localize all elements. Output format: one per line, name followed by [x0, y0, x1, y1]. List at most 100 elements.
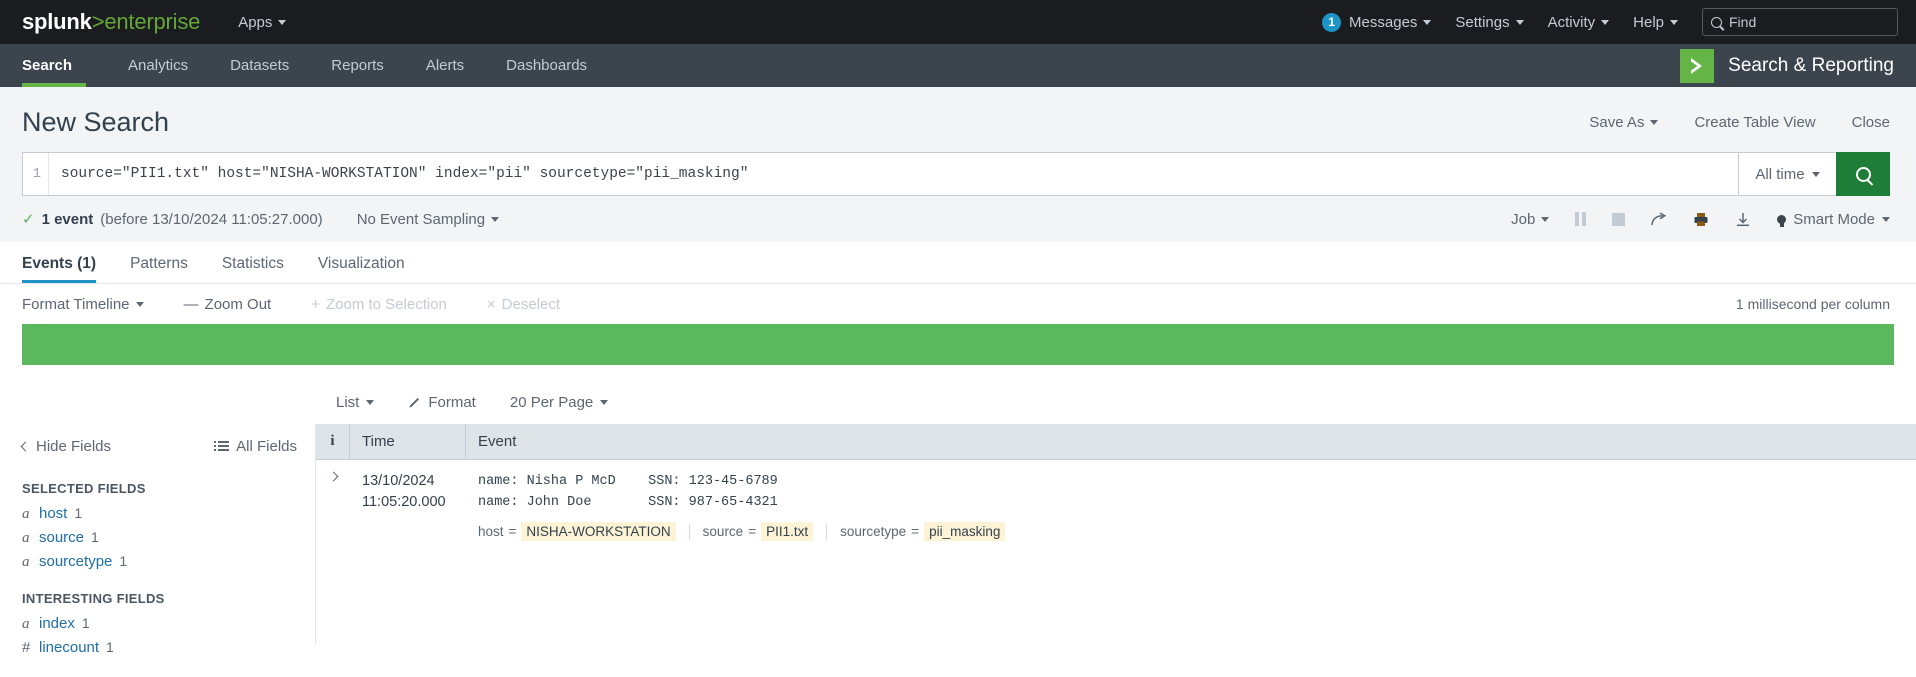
event-timestamp[interactable]: 13/10/2024 11:05:20.000	[350, 471, 466, 541]
field-count: 1	[82, 615, 90, 631]
tab-label: Statistics	[222, 255, 284, 272]
tab-statistics[interactable]: Statistics	[205, 255, 301, 283]
close-button[interactable]: Close	[1852, 114, 1890, 131]
tab-visualization[interactable]: Visualization	[301, 255, 422, 283]
nav-tab-label: Search	[22, 57, 72, 74]
search-bar: 1 source="PII1.txt" host="NISHA-WORKSTAT…	[0, 152, 1916, 196]
field-item-linecount[interactable]: # linecount 1	[22, 636, 297, 659]
fields-sidebar-header: Hide Fields All Fields	[22, 424, 297, 464]
metadata-value[interactable]: NISHA-WORKSTATION	[521, 522, 675, 541]
nav-tab-analytics[interactable]: Analytics	[114, 44, 202, 87]
messages-menu[interactable]: 1 Messages	[1322, 13, 1431, 32]
app-identity: Search & Reporting	[1680, 44, 1916, 87]
hide-fields-button[interactable]: Hide Fields	[22, 438, 111, 455]
deselect-button[interactable]: × Deselect	[487, 296, 560, 313]
search-reporting-app-icon	[1680, 49, 1714, 83]
field-name: linecount	[39, 639, 99, 656]
find-input-value: Find	[1729, 14, 1756, 30]
format-results-label: Format	[428, 394, 476, 411]
field-item-index[interactable]: a index 1	[22, 612, 297, 636]
nav-tab-dashboards[interactable]: Dashboards	[492, 44, 601, 87]
chevron-down-icon	[136, 302, 144, 307]
interesting-fields-title: INTERESTING FIELDS	[22, 591, 297, 606]
metadata-key: sourcetype	[840, 524, 906, 539]
search-mode-selector[interactable]: Smart Mode	[1777, 211, 1890, 228]
save-as-button[interactable]: Save As	[1589, 114, 1658, 131]
print-button[interactable]	[1693, 212, 1709, 227]
chevron-right-icon	[328, 472, 338, 482]
settings-menu[interactable]: Settings	[1455, 14, 1523, 31]
apps-menu[interactable]: Apps	[238, 14, 286, 31]
apps-menu-label: Apps	[238, 14, 272, 31]
activity-menu[interactable]: Activity	[1548, 14, 1610, 31]
nav-tab-label: Analytics	[128, 57, 188, 74]
pencil-icon	[408, 396, 421, 409]
check-icon: ✓	[22, 210, 35, 228]
chevron-left-icon	[21, 441, 31, 451]
all-fields-label: All Fields	[236, 438, 297, 455]
tab-events[interactable]: Events (1)	[22, 255, 113, 283]
close-label: Close	[1852, 114, 1890, 131]
format-timeline-dropdown[interactable]: Format Timeline	[22, 296, 144, 313]
create-table-view-label: Create Table View	[1694, 114, 1815, 131]
lightbulb-icon	[1777, 215, 1786, 224]
run-search-button[interactable]	[1836, 152, 1890, 196]
zoom-out-button[interactable]: — Zoom Out	[184, 296, 272, 313]
app-title: Search & Reporting	[1728, 55, 1894, 77]
chevron-down-icon	[600, 400, 608, 405]
metadata-equals: =	[509, 524, 517, 539]
fields-sidebar: Hide Fields All Fields SELECTED FIELDS a…	[0, 424, 316, 645]
expand-row-button[interactable]	[316, 471, 350, 541]
view-mode-dropdown[interactable]: List	[336, 394, 374, 411]
timeline-bar[interactable]	[22, 324, 1894, 365]
job-menu[interactable]: Job	[1511, 211, 1549, 228]
metadata-key: source	[703, 524, 744, 539]
format-timeline-label: Format Timeline	[22, 296, 130, 313]
nav-tab-datasets[interactable]: Datasets	[216, 44, 303, 87]
page-header: New Search Save As Create Table View Clo…	[0, 87, 1916, 152]
help-menu[interactable]: Help	[1633, 14, 1678, 31]
timeline-chart[interactable]	[0, 324, 1916, 380]
zoom-to-selection-label: Zoom to Selection	[326, 296, 447, 313]
pause-button[interactable]	[1575, 212, 1586, 226]
search-query-text: source="PII1.txt" host="NISHA-WORKSTATIO…	[49, 166, 748, 182]
tab-label: Events (1)	[22, 255, 96, 272]
zoom-to-selection-button[interactable]: + Zoom to Selection	[311, 296, 447, 313]
chevron-down-icon	[1516, 20, 1524, 25]
nav-tab-alerts[interactable]: Alerts	[412, 44, 478, 87]
splunk-logo[interactable]: splunk>enterprise	[22, 9, 200, 35]
column-header-time[interactable]: Time	[350, 424, 466, 459]
find-input[interactable]: Find	[1702, 8, 1898, 36]
per-page-dropdown[interactable]: 20 Per Page	[510, 394, 608, 411]
field-item-source[interactable]: a source 1	[22, 526, 297, 550]
field-item-sourcetype[interactable]: a sourcetype 1	[22, 550, 297, 574]
search-query-input[interactable]: 1 source="PII1.txt" host="NISHA-WORKSTAT…	[22, 152, 1738, 196]
selected-fields-title: SELECTED FIELDS	[22, 481, 297, 496]
share-button[interactable]	[1651, 212, 1667, 227]
top-navigation-bar: splunk>enterprise Apps 1 Messages Settin…	[0, 0, 1916, 44]
nav-tab-reports[interactable]: Reports	[317, 44, 398, 87]
page-title: New Search	[22, 107, 169, 138]
events-list-controls: List Format 20 Per Page	[0, 380, 1916, 424]
metadata-value[interactable]: PII1.txt	[761, 522, 813, 541]
field-item-host[interactable]: a host 1	[22, 502, 297, 526]
chevron-down-icon	[1812, 172, 1820, 177]
column-header-event[interactable]: Event	[466, 424, 1916, 459]
stop-button[interactable]	[1612, 213, 1625, 226]
export-button[interactable]	[1735, 212, 1751, 227]
all-fields-button[interactable]: All Fields	[218, 438, 297, 455]
event-sampling-dropdown[interactable]: No Event Sampling	[357, 211, 499, 228]
zoom-out-label: Zoom Out	[205, 296, 272, 313]
format-results-button[interactable]: Format	[408, 394, 476, 411]
metadata-value[interactable]: pii_masking	[924, 522, 1005, 541]
nav-tab-search[interactable]: Search	[22, 44, 86, 87]
time-range-picker[interactable]: All time	[1738, 152, 1836, 196]
page-header-actions: Save As Create Table View Close	[1589, 114, 1890, 131]
per-page-label: 20 Per Page	[510, 394, 593, 411]
events-table-header: i Time Event	[316, 424, 1916, 460]
create-table-view-button[interactable]: Create Table View	[1694, 114, 1815, 131]
tab-patterns[interactable]: Patterns	[113, 255, 205, 283]
event-time: 11:05:20.000	[362, 492, 466, 513]
logo-enterprise-text: enterprise	[104, 9, 200, 34]
field-count: 1	[119, 553, 127, 569]
